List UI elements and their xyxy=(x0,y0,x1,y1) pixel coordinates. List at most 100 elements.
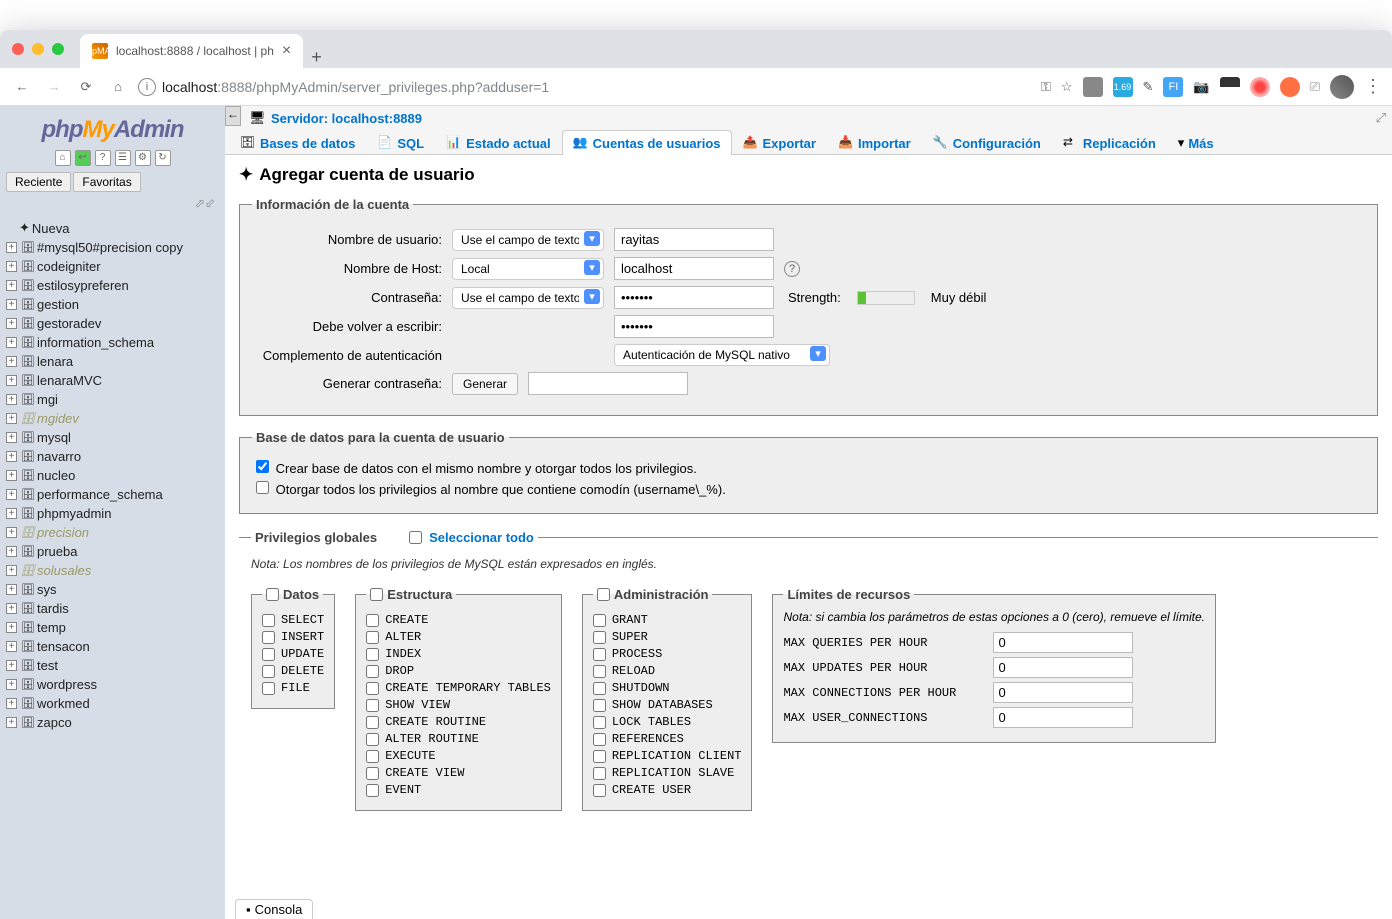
priv-checkbox[interactable] xyxy=(366,784,379,797)
menu-icon[interactable]: ⋮ xyxy=(1364,76,1382,97)
priv-checkbox[interactable] xyxy=(593,665,606,678)
breadcrumb-server[interactable]: Servidor: localhost:8889 xyxy=(271,111,422,126)
tree-db-item[interactable]: +🗄nucleo xyxy=(0,466,225,485)
tree-db-item[interactable]: +🗄performance_schema xyxy=(0,485,225,504)
priv-item[interactable]: CREATE USER xyxy=(593,783,742,797)
priv-checkbox[interactable] xyxy=(366,614,379,627)
home-button[interactable]: ⌂ xyxy=(106,75,130,99)
home-icon[interactable]: ⌂ xyxy=(55,150,71,166)
priv-checkbox[interactable] xyxy=(366,699,379,712)
tree-db-item[interactable]: +🗄sys xyxy=(0,580,225,599)
window-close[interactable] xyxy=(12,43,24,55)
generated-password-input[interactable] xyxy=(528,372,688,395)
camera-icon[interactable]: 📷 xyxy=(1193,79,1209,95)
max-updates-input[interactable] xyxy=(993,657,1133,678)
priv-item[interactable]: FILE xyxy=(262,681,324,695)
expand-icon[interactable]: + xyxy=(6,299,17,310)
expand-icon[interactable]: + xyxy=(6,546,17,557)
tree-db-item[interactable]: +🗄lenara xyxy=(0,352,225,371)
profile-avatar[interactable] xyxy=(1330,75,1354,99)
select-all-link[interactable]: Seleccionar todo xyxy=(429,530,534,545)
expand-icon[interactable]: + xyxy=(6,603,17,614)
priv-checkbox[interactable] xyxy=(593,716,606,729)
tree-db-item[interactable]: +🗄mysql xyxy=(0,428,225,447)
tree-db-item[interactable]: +🗄codeigniter xyxy=(0,257,225,276)
db-opt2[interactable]: Otorgar todos los privilegios al nombre … xyxy=(252,478,1365,497)
expand-icon[interactable]: + xyxy=(6,337,17,348)
tab-replication[interactable]: ⇄Replicación xyxy=(1052,130,1167,155)
data-group-checkbox[interactable] xyxy=(266,588,279,601)
authplugin-select[interactable]: Autenticación de MySQL nativo xyxy=(614,344,830,366)
priv-item[interactable]: GRANT xyxy=(593,613,742,627)
extension-icon[interactable] xyxy=(1220,77,1240,97)
priv-item[interactable]: REPLICATION CLIENT xyxy=(593,749,742,763)
priv-item[interactable]: DROP xyxy=(366,664,551,678)
back-button[interactable]: ← xyxy=(10,75,34,99)
new-tab-button[interactable]: + xyxy=(311,47,322,68)
expand-icon[interactable]: + xyxy=(6,318,17,329)
tab-settings[interactable]: 🔧Configuración xyxy=(922,130,1052,155)
priv-checkbox[interactable] xyxy=(262,631,275,644)
expand-icon[interactable]: + xyxy=(6,413,17,424)
expand-icon[interactable]: + xyxy=(6,584,17,595)
db-opt1-checkbox[interactable] xyxy=(256,460,269,473)
select-all-checkbox[interactable] xyxy=(409,531,422,544)
tree-db-item[interactable]: +🗄workmed xyxy=(0,694,225,713)
extension-icon[interactable] xyxy=(1250,77,1270,97)
tree-db-item[interactable]: +🗄precision xyxy=(0,523,225,542)
key-icon[interactable]: ⚿ xyxy=(1041,79,1051,95)
tab-close[interactable]: × xyxy=(282,42,291,60)
tab-databases[interactable]: 🗄Bases de datos xyxy=(229,130,366,155)
priv-checkbox[interactable] xyxy=(593,648,606,661)
eyedropper-icon[interactable]: ✎ xyxy=(1143,79,1154,95)
favorites-tab[interactable]: Favoritas xyxy=(73,172,140,192)
priv-checkbox[interactable] xyxy=(593,750,606,763)
extension-icon[interactable]: FI xyxy=(1163,77,1183,97)
priv-checkbox[interactable] xyxy=(366,631,379,644)
tab-status[interactable]: 📊Estado actual xyxy=(435,130,562,155)
help-icon[interactable]: ? xyxy=(784,261,800,277)
priv-item[interactable]: CREATE VIEW xyxy=(366,766,551,780)
expand-icon[interactable]: + xyxy=(6,717,17,728)
panel-collapse-icon[interactable]: ⤢ xyxy=(1376,110,1386,126)
priv-checkbox[interactable] xyxy=(366,750,379,763)
priv-item[interactable]: INDEX xyxy=(366,647,551,661)
hostname-input[interactable] xyxy=(614,257,774,280)
expand-icon[interactable]: + xyxy=(6,375,17,386)
tree-db-item[interactable]: +🗄tardis xyxy=(0,599,225,618)
pma-logo[interactable]: phpMyAdmin xyxy=(0,106,225,148)
priv-item[interactable]: ALTER ROUTINE xyxy=(366,732,551,746)
username-type-select[interactable]: Use el campo de texto: xyxy=(452,229,604,251)
expand-icon[interactable]: + xyxy=(6,280,17,291)
hostname-type-select[interactable]: Local xyxy=(452,258,604,280)
priv-item[interactable]: PROCESS xyxy=(593,647,742,661)
priv-checkbox[interactable] xyxy=(593,767,606,780)
expand-icon[interactable]: + xyxy=(6,527,17,538)
expand-icon[interactable]: + xyxy=(6,261,17,272)
logout-icon[interactable]: ↩ xyxy=(75,150,91,166)
reload-icon[interactable]: ↻ xyxy=(155,150,171,166)
username-input[interactable] xyxy=(614,228,774,251)
tree-db-item[interactable]: +🗄navarro xyxy=(0,447,225,466)
priv-checkbox[interactable] xyxy=(366,733,379,746)
window-maximize[interactable] xyxy=(52,43,64,55)
console-toggle[interactable]: ▪ Consola xyxy=(235,899,313,919)
expand-icon[interactable]: + xyxy=(6,394,17,405)
priv-item[interactable]: SHUTDOWN xyxy=(593,681,742,695)
priv-item[interactable]: CREATE TEMPORARY TABLES xyxy=(366,681,551,695)
priv-item[interactable]: SUPER xyxy=(593,630,742,644)
extension-icon[interactable] xyxy=(1280,77,1300,97)
priv-checkbox[interactable] xyxy=(262,665,275,678)
priv-checkbox[interactable] xyxy=(366,665,379,678)
tree-db-item[interactable]: +🗄gestion xyxy=(0,295,225,314)
sidebar-collapse[interactable]: ← xyxy=(225,106,241,126)
priv-item[interactable]: DELETE xyxy=(262,664,324,678)
priv-checkbox[interactable] xyxy=(366,767,379,780)
password-input[interactable] xyxy=(614,286,774,309)
tab-more[interactable]: ▾ Más xyxy=(1167,130,1225,155)
priv-checkbox[interactable] xyxy=(593,682,606,695)
address-bar[interactable]: i localhost:8888/phpMyAdmin/server_privi… xyxy=(138,78,1033,96)
struct-group-checkbox[interactable] xyxy=(370,588,383,601)
tree-db-item[interactable]: +🗄lenaraMVC xyxy=(0,371,225,390)
tree-db-item[interactable]: +🗄zapco xyxy=(0,713,225,732)
